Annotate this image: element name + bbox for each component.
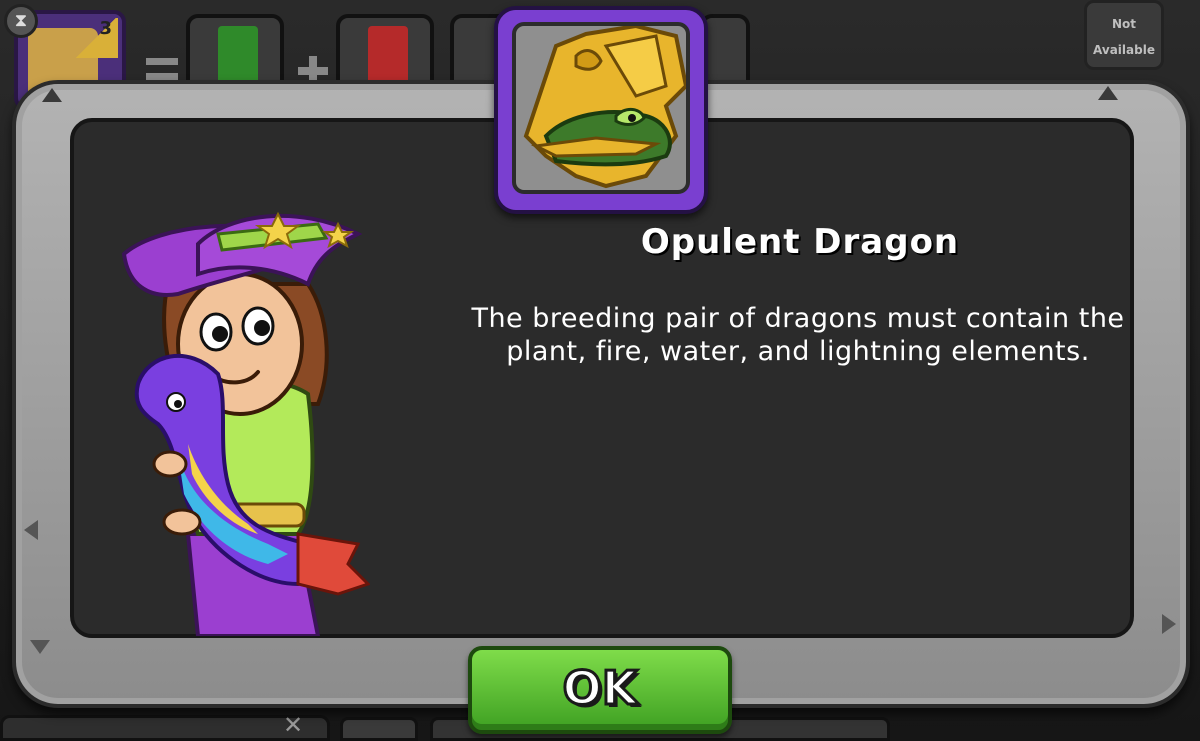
- dragon-portrait-card: [494, 6, 708, 214]
- bottom-search-field[interactable]: [0, 715, 330, 741]
- breeding-hint-text: The breeding pair of dragons must contai…: [471, 303, 1125, 367]
- dragon-count-badge: 3: [74, 18, 118, 58]
- plant-element-icon: [218, 26, 258, 86]
- frame-rivet: [42, 88, 62, 102]
- bottom-tab[interactable]: [340, 717, 418, 741]
- frame-rivet: [1162, 614, 1176, 634]
- ok-button[interactable]: OK: [468, 646, 732, 734]
- fire-element-icon: [368, 26, 408, 86]
- equals-icon: [146, 58, 178, 80]
- hourglass-icon[interactable]: ⧗: [4, 4, 38, 38]
- frame-rivet: [30, 640, 50, 654]
- clear-search-icon[interactable]: ✕: [283, 711, 303, 739]
- frame-rivet: [1098, 86, 1118, 100]
- ok-button-label: OK: [561, 660, 639, 717]
- wizard-girl-with-rainbow-dragon: [118, 204, 371, 638]
- not-available-label: Not Available: [1084, 0, 1164, 70]
- dragon-name-title: Opulent Dragon: [640, 222, 960, 262]
- frame-rivet: [24, 520, 38, 540]
- opulent-dragon-portrait: [512, 22, 690, 194]
